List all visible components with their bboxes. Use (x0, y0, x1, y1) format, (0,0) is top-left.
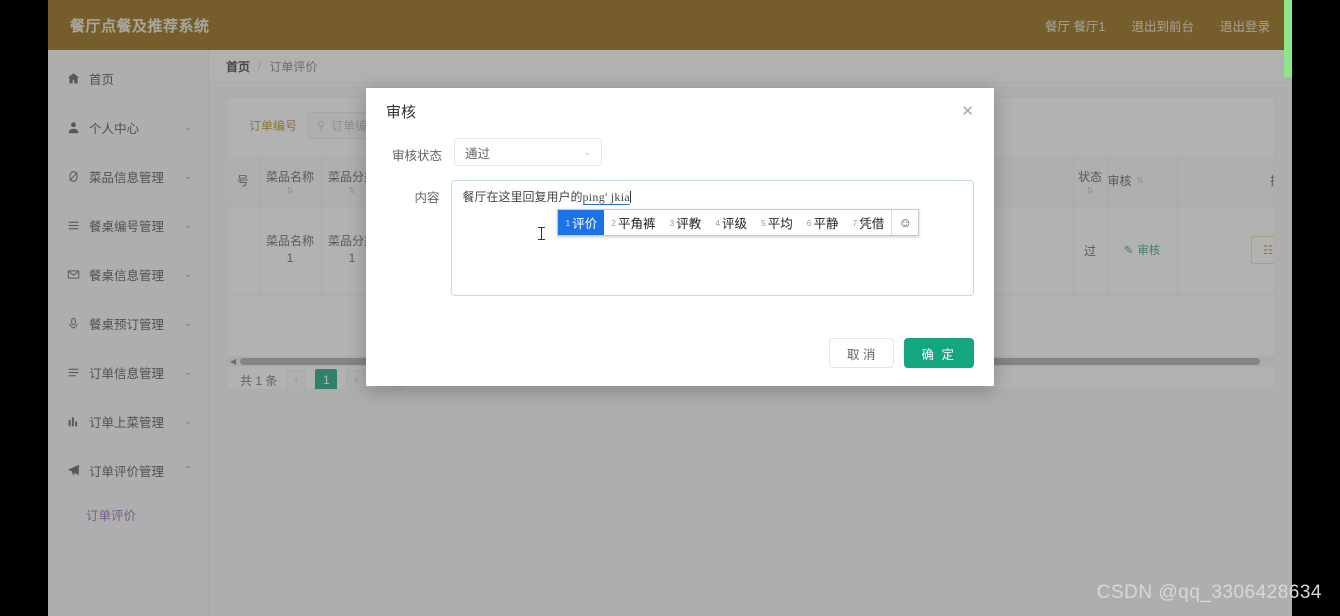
ime-candidate-text: 平静 (813, 217, 839, 231)
ime-candidate-bar: 1 评价 2 平角裤 3 评教 4 评级 5 平均 6 平静 7 凭借 ☺ (557, 209, 920, 236)
ime-candidate-5[interactable]: 5 平均 (754, 210, 800, 235)
form-row-content: 内容 餐厅在这里回复用户的ping' jkia 1 评价 2 平角裤 3 评教 … (366, 180, 994, 296)
audit-dialog: 审核 ✕ 审核状态 通过 ⌄ 内容 餐厅在这里回复用户的ping' jkia 1 (366, 88, 994, 386)
ime-candidate-4[interactable]: 4 评级 (708, 210, 754, 235)
ime-candidate-1[interactable]: 1 评价 (558, 210, 605, 235)
right-edge-strip (1284, 0, 1292, 616)
ime-candidate-number: 7 (852, 217, 858, 228)
ime-candidate-6[interactable]: 6 平静 (800, 210, 846, 235)
confirm-button[interactable]: 确 定 (903, 338, 974, 368)
ime-candidate-text: 评级 (721, 217, 747, 231)
ime-candidate-number: 6 (806, 217, 812, 228)
dialog-header: 审核 ✕ (366, 88, 994, 134)
dialog-title: 审核 (386, 103, 417, 121)
app-window: 餐厅点餐及推荐系统 餐厅 餐厅1 退出到前台 退出登录 首页 个人中心 ⌄ 菜品… (48, 0, 1292, 616)
ime-candidate-text: 平均 (767, 217, 793, 231)
smiley-icon[interactable]: ☺ (891, 210, 918, 235)
status-select[interactable]: 通过 ⌄ (454, 138, 602, 166)
status-label: 审核状态 (391, 149, 442, 163)
ime-candidate-text: 评教 (676, 217, 702, 231)
ime-candidate-text: 凭借 (859, 217, 885, 231)
content-label: 内容 (414, 191, 440, 205)
ime-candidate-number: 2 (611, 217, 616, 228)
form-row-status: 审核状态 通过 ⌄ (366, 138, 994, 166)
watermark: CSDN @qq_3306428634 (1096, 582, 1322, 603)
status-select-value: 通过 (465, 146, 491, 161)
content-textarea[interactable]: 餐厅在这里回复用户的ping' jkia 1 评价 2 平角裤 3 评教 4 评… (451, 180, 974, 296)
ime-candidate-number: 5 (760, 217, 766, 228)
ime-candidate-2[interactable]: 2 平角裤 (604, 210, 662, 235)
ime-candidate-number: 3 (669, 217, 675, 228)
close-icon[interactable]: ✕ (961, 104, 974, 119)
mouse-text-cursor (538, 227, 546, 240)
ime-candidate-7[interactable]: 7 凭借 (845, 210, 891, 235)
ime-candidate-text: 平角裤 (617, 217, 656, 231)
ime-candidate-text: 评价 (572, 217, 598, 231)
dialog-footer: 取 消 确 定 (829, 338, 974, 368)
cancel-button[interactable]: 取 消 (829, 338, 894, 368)
ime-candidate-number: 1 (565, 217, 571, 228)
textarea-text: 餐厅在这里回复用户的ping' jkia (462, 188, 963, 205)
textarea-committed-text: 餐厅在这里回复用户的 (462, 190, 583, 204)
chevron-down-icon: ⌄ (583, 146, 591, 157)
ime-candidate-3[interactable]: 3 评教 (662, 210, 708, 235)
textarea-composition-text: ping' jkia (582, 190, 630, 205)
text-caret (630, 191, 631, 203)
ime-candidate-number: 4 (715, 217, 720, 228)
